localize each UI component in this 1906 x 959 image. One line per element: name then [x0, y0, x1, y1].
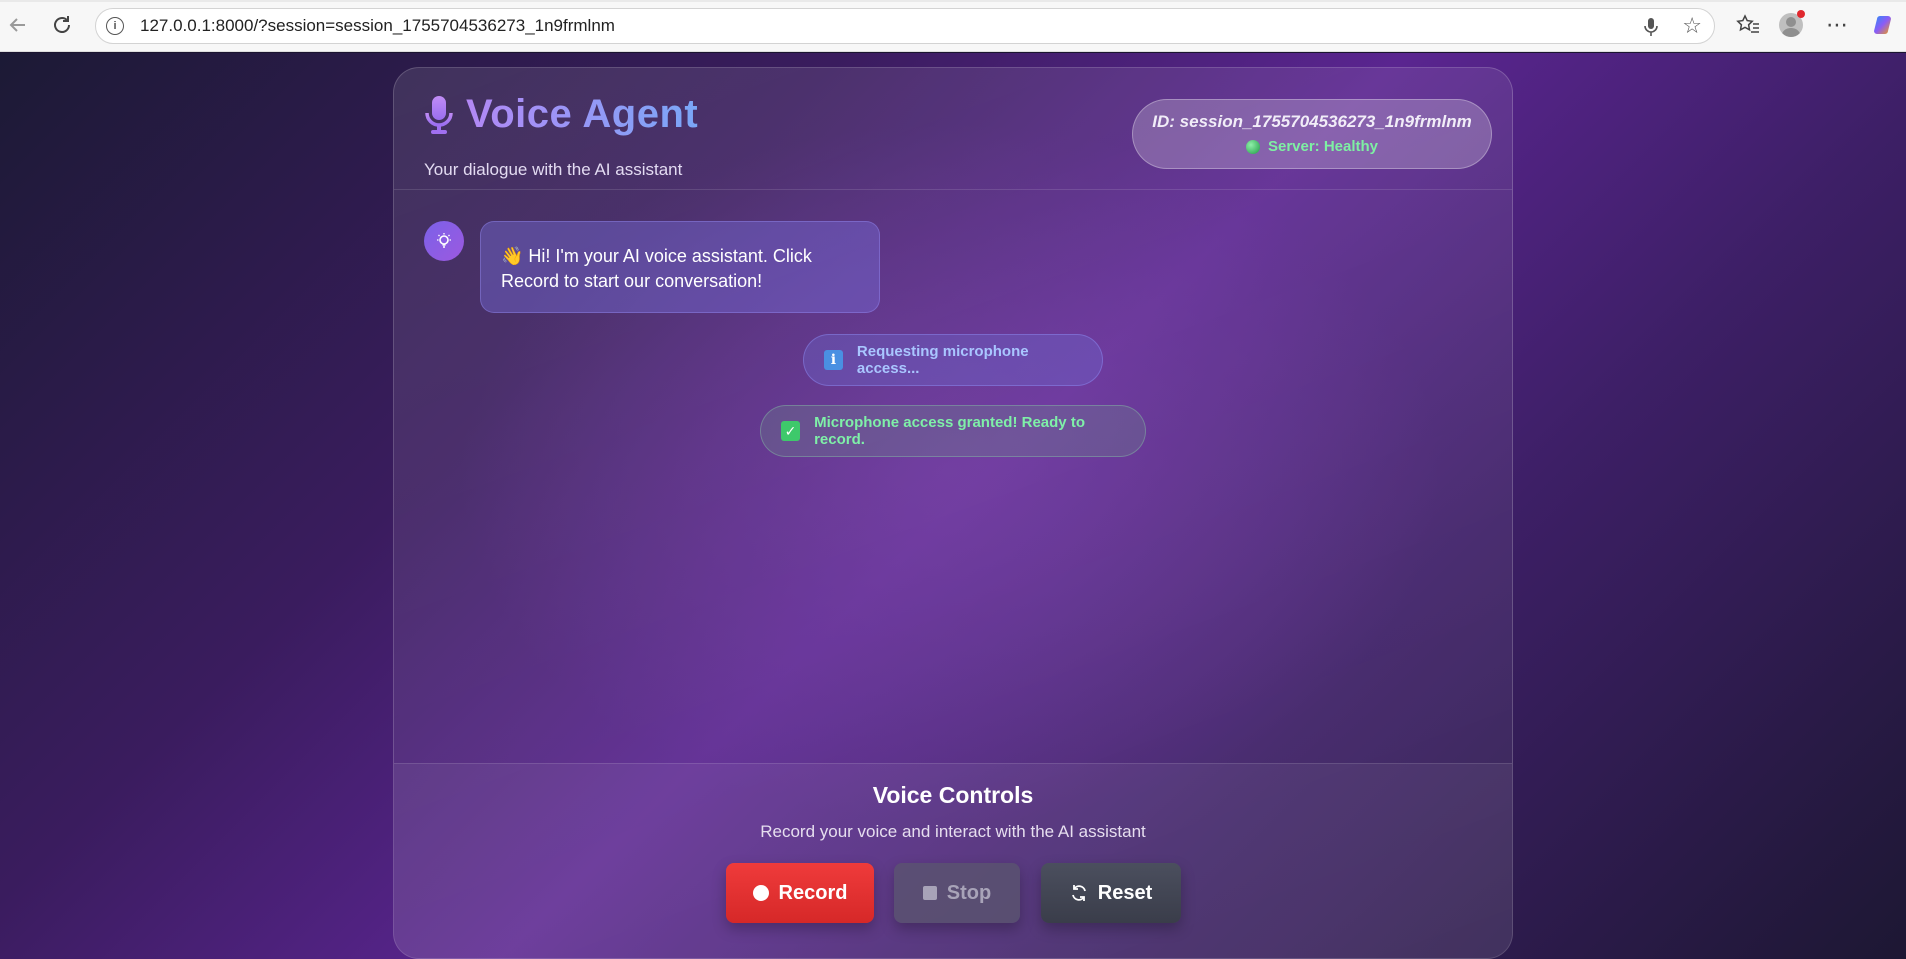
- favorite-star-icon[interactable]: ☆: [1682, 13, 1702, 39]
- more-menu-icon[interactable]: ⋯: [1824, 12, 1850, 38]
- site-info-icon[interactable]: i: [106, 17, 124, 35]
- check-icon: ✓: [781, 421, 801, 441]
- voice-agent-card: Voice Agent Your dialogue with the AI as…: [393, 67, 1513, 959]
- refresh-icon: [1071, 885, 1086, 901]
- browser-toolbar: i 127.0.0.1:8000/?session=session_175570…: [0, 0, 1906, 52]
- record-button-label: Record: [778, 881, 848, 904]
- stop-button[interactable]: Stop: [894, 863, 1020, 923]
- address-bar[interactable]: i 127.0.0.1:8000/?session=session_175570…: [95, 8, 1715, 44]
- status-message-success: ✓ Microphone access granted! Ready to re…: [760, 405, 1146, 457]
- controls-title: Voice Controls: [872, 782, 1034, 808]
- voice-controls-panel: Voice Controls Record your voice and int…: [394, 763, 1512, 958]
- assistant-avatar: [424, 221, 464, 261]
- reset-button-label: Reset: [1097, 881, 1153, 904]
- read-aloud-mic-icon[interactable]: [1644, 17, 1658, 42]
- reset-button[interactable]: Reset: [1041, 863, 1181, 923]
- profile-avatar-icon[interactable]: [1778, 10, 1805, 38]
- card-header: Voice Agent Your dialogue with the AI as…: [394, 68, 1512, 190]
- tab-strip-edge: [0, 0, 1906, 2]
- reload-icon[interactable]: [48, 11, 76, 39]
- copilot-icon[interactable]: [1870, 12, 1896, 38]
- title-row: Voice Agent: [424, 92, 698, 137]
- lightbulb-icon: [437, 233, 451, 248]
- server-status-dot-icon: [1245, 139, 1260, 154]
- info-icon: i: [824, 350, 843, 370]
- status-message-text: Requesting microphone access...: [856, 343, 1029, 377]
- server-status-label: Server: Healthy: [1267, 138, 1379, 155]
- page-title: Voice Agent: [466, 92, 699, 136]
- page-subtitle: Your dialogue with the AI assistant: [424, 160, 683, 179]
- controls-subtitle: Record your voice and interact with the …: [760, 822, 1146, 841]
- back-arrow-icon[interactable]: [4, 11, 32, 39]
- status-message-info: i Requesting microphone access...: [803, 334, 1103, 386]
- favorites-icon[interactable]: [1735, 12, 1761, 38]
- status-message-text: Microphone access granted! Ready to reco…: [814, 414, 1085, 448]
- page-background: Voice Agent Your dialogue with the AI as…: [0, 53, 1906, 959]
- stop-button-label: Stop: [946, 881, 992, 904]
- notification-dot: [1797, 10, 1805, 18]
- record-dot-icon: [752, 885, 769, 901]
- url-text[interactable]: 127.0.0.1:8000/?session=session_17557045…: [140, 16, 615, 36]
- assistant-message-bubble: 👋 Hi! I'm your AI voice assistant. Click…: [480, 221, 880, 313]
- session-id: ID: session_1755704536273_1n9frmlnm: [1152, 112, 1472, 131]
- record-button[interactable]: Record: [726, 863, 874, 923]
- stop-square-icon: [922, 886, 937, 900]
- session-info-badge: ID: session_1755704536273_1n9frmlnm Serv…: [1132, 99, 1492, 169]
- microphone-icon: [425, 95, 453, 134]
- server-status: Server: Healthy: [1133, 138, 1491, 155]
